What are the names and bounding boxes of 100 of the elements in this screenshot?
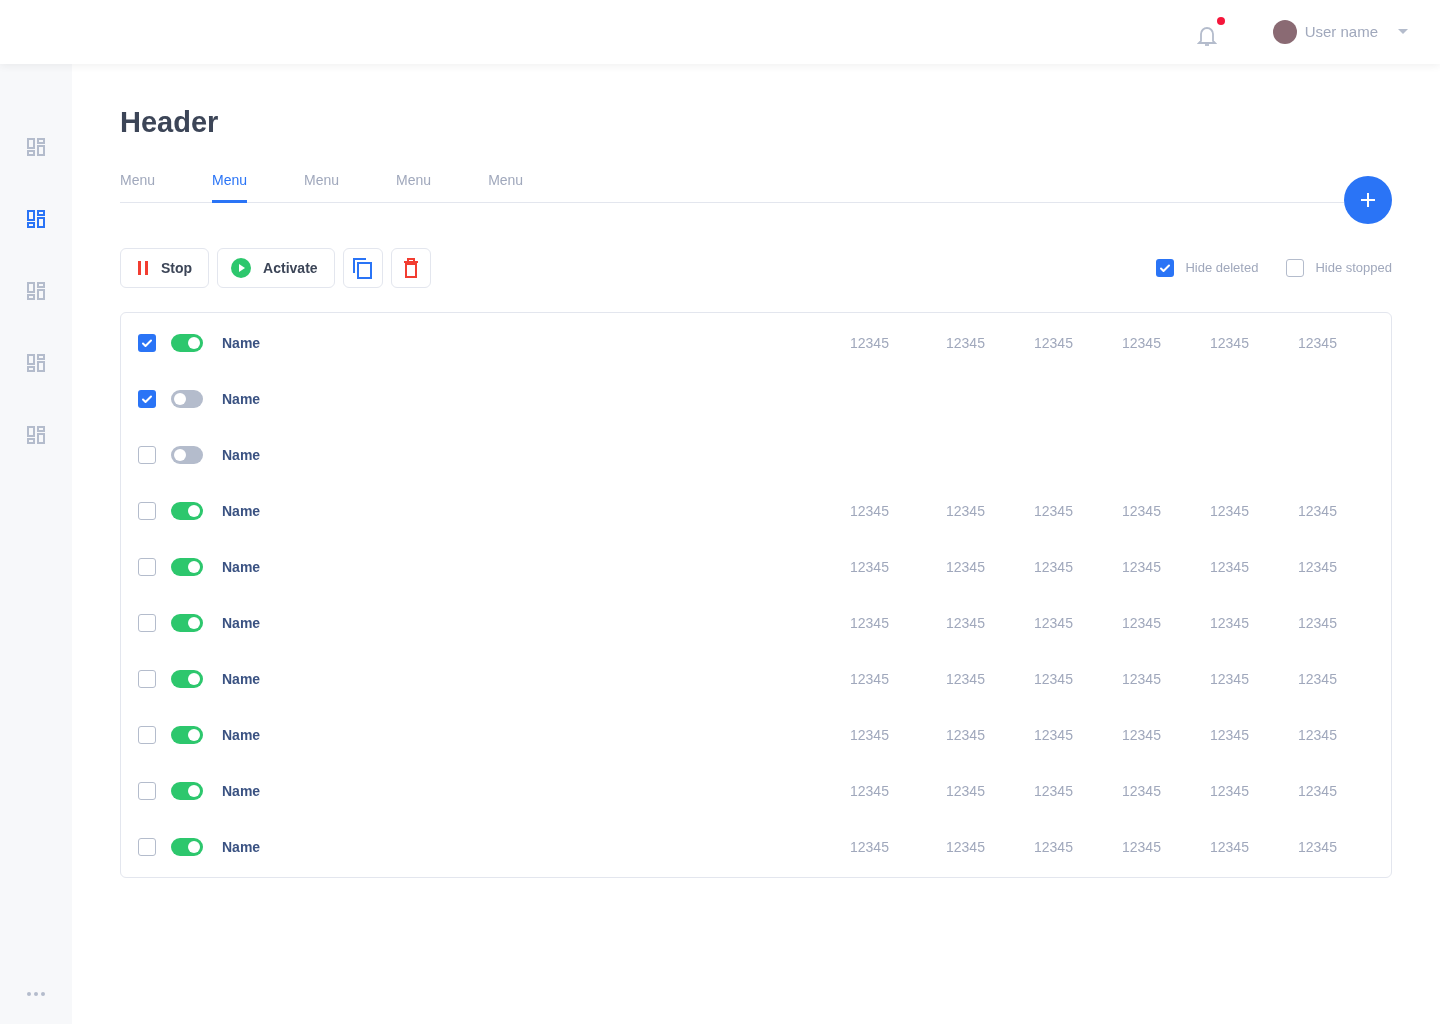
- row-checkbox[interactable]: [138, 838, 156, 856]
- table-cell: 12345: [946, 559, 985, 575]
- row-name: Name: [222, 669, 261, 689]
- tab[interactable]: Menu: [304, 170, 340, 203]
- table-cell: 12345: [1210, 783, 1249, 799]
- table-cell: 12345: [1034, 839, 1073, 855]
- row-checkbox[interactable]: [138, 558, 156, 576]
- toggle-switch[interactable]: [171, 670, 203, 688]
- table-cell: 12345: [1122, 615, 1161, 631]
- toggle-switch[interactable]: [171, 726, 203, 744]
- table-cell: 12345: [1210, 615, 1249, 631]
- table-cell: 12345: [1122, 783, 1161, 799]
- table-cell: 12345: [1034, 671, 1073, 687]
- row-checkbox[interactable]: [138, 390, 156, 408]
- row-name: Name: [222, 501, 261, 521]
- tab[interactable]: Menu: [212, 170, 248, 203]
- table-cell: 12345: [1210, 503, 1249, 519]
- filter-label[interactable]: Hide deleted: [1185, 258, 1259, 278]
- table-cell: 12345: [850, 839, 889, 855]
- row-name: Name: [222, 557, 261, 577]
- row-checkbox[interactable]: [138, 614, 156, 632]
- table-cell: 12345: [1122, 671, 1161, 687]
- row-checkbox[interactable]: [138, 726, 156, 744]
- table-cell: 12345: [850, 335, 889, 351]
- table-cell: 12345: [1298, 727, 1337, 743]
- page-header: Header: [120, 105, 220, 140]
- row-name: Name: [222, 613, 261, 633]
- dashboard-icon[interactable]: [27, 138, 45, 156]
- add-button[interactable]: [1344, 176, 1392, 224]
- table-cell: 12345: [850, 783, 889, 799]
- avatar[interactable]: [1272, 20, 1297, 44]
- row-name: Name: [222, 389, 261, 409]
- row-name: Name: [222, 781, 261, 801]
- table-cell: 12345: [1298, 839, 1337, 855]
- trash-icon: [402, 258, 419, 278]
- table-cell: 12345: [1034, 783, 1073, 799]
- table-cell: 12345: [1034, 559, 1073, 575]
- row-checkbox[interactable]: [138, 446, 156, 464]
- toggle-switch[interactable]: [171, 334, 203, 352]
- table-cell: 12345: [1298, 783, 1337, 799]
- table-cell: 12345: [850, 503, 889, 519]
- user-name[interactable]: User name: [1304, 20, 1378, 44]
- row-checkbox[interactable]: [138, 782, 156, 800]
- tab[interactable]: Menu: [120, 170, 156, 203]
- toggle-switch[interactable]: [171, 502, 203, 520]
- plus-icon: [1360, 192, 1376, 208]
- table-cell: 12345: [1122, 503, 1161, 519]
- table-cell: 12345: [850, 615, 889, 631]
- dashboard-icon[interactable]: [27, 282, 45, 300]
- table-cell: 12345: [1122, 727, 1161, 743]
- checkmark-icon: [1159, 262, 1172, 274]
- caret-icon[interactable]: [1398, 29, 1408, 35]
- table-cell: 12345: [1298, 615, 1337, 631]
- activate-button[interactable]: Activate: [217, 248, 335, 288]
- toggle-switch[interactable]: [171, 782, 203, 800]
- bell-icon[interactable]: [1196, 17, 1225, 47]
- table-cell: 12345: [1122, 559, 1161, 575]
- table-cell: 12345: [1210, 559, 1249, 575]
- table-cell: 12345: [1298, 671, 1337, 687]
- tab[interactable]: Menu: [396, 170, 432, 203]
- toggle-switch[interactable]: [171, 558, 203, 576]
- row-name: Name: [222, 333, 261, 353]
- table-cell: 12345: [1122, 839, 1161, 855]
- table-cell: 12345: [1298, 559, 1337, 575]
- filter-label[interactable]: Hide stopped: [1315, 258, 1392, 278]
- table-cell: 12345: [1122, 335, 1161, 351]
- toggle-switch[interactable]: [171, 838, 203, 856]
- checkbox[interactable]: [1286, 259, 1305, 277]
- table-cell: 12345: [946, 503, 985, 519]
- row-checkbox[interactable]: [138, 670, 156, 688]
- table-cell: 12345: [1298, 503, 1337, 519]
- row-name: Name: [222, 725, 261, 745]
- checkmark-icon: [141, 337, 153, 349]
- more-icon[interactable]: [27, 992, 45, 996]
- table-cell: 12345: [1210, 671, 1249, 687]
- table-cell: 12345: [850, 727, 889, 743]
- table-cell: 12345: [1034, 335, 1073, 351]
- copy-icon: [351, 257, 374, 279]
- row-name: Name: [222, 445, 261, 465]
- stop-button[interactable]: Stop: [120, 248, 210, 288]
- delete-button[interactable]: [390, 248, 431, 288]
- copy-button[interactable]: [342, 248, 383, 288]
- checkbox[interactable]: [1156, 259, 1175, 277]
- table-cell: 12345: [1298, 335, 1337, 351]
- table-cell: 12345: [946, 335, 985, 351]
- table-cell: 12345: [850, 671, 889, 687]
- table-cell: 12345: [1034, 503, 1073, 519]
- table-cell: 12345: [946, 727, 985, 743]
- row-checkbox[interactable]: [138, 334, 156, 352]
- toggle-switch[interactable]: [171, 446, 203, 464]
- row-checkbox[interactable]: [138, 502, 156, 520]
- tab[interactable]: Menu: [488, 170, 524, 203]
- toggle-switch[interactable]: [171, 614, 203, 632]
- table-cell: 12345: [946, 783, 985, 799]
- toggle-switch[interactable]: [171, 390, 203, 408]
- table-cell: 12345: [946, 839, 985, 855]
- dashboard-icon[interactable]: [27, 210, 45, 228]
- dashboard-icon[interactable]: [27, 354, 45, 372]
- pause-icon: [137, 261, 149, 275]
- dashboard-icon[interactable]: [27, 426, 45, 444]
